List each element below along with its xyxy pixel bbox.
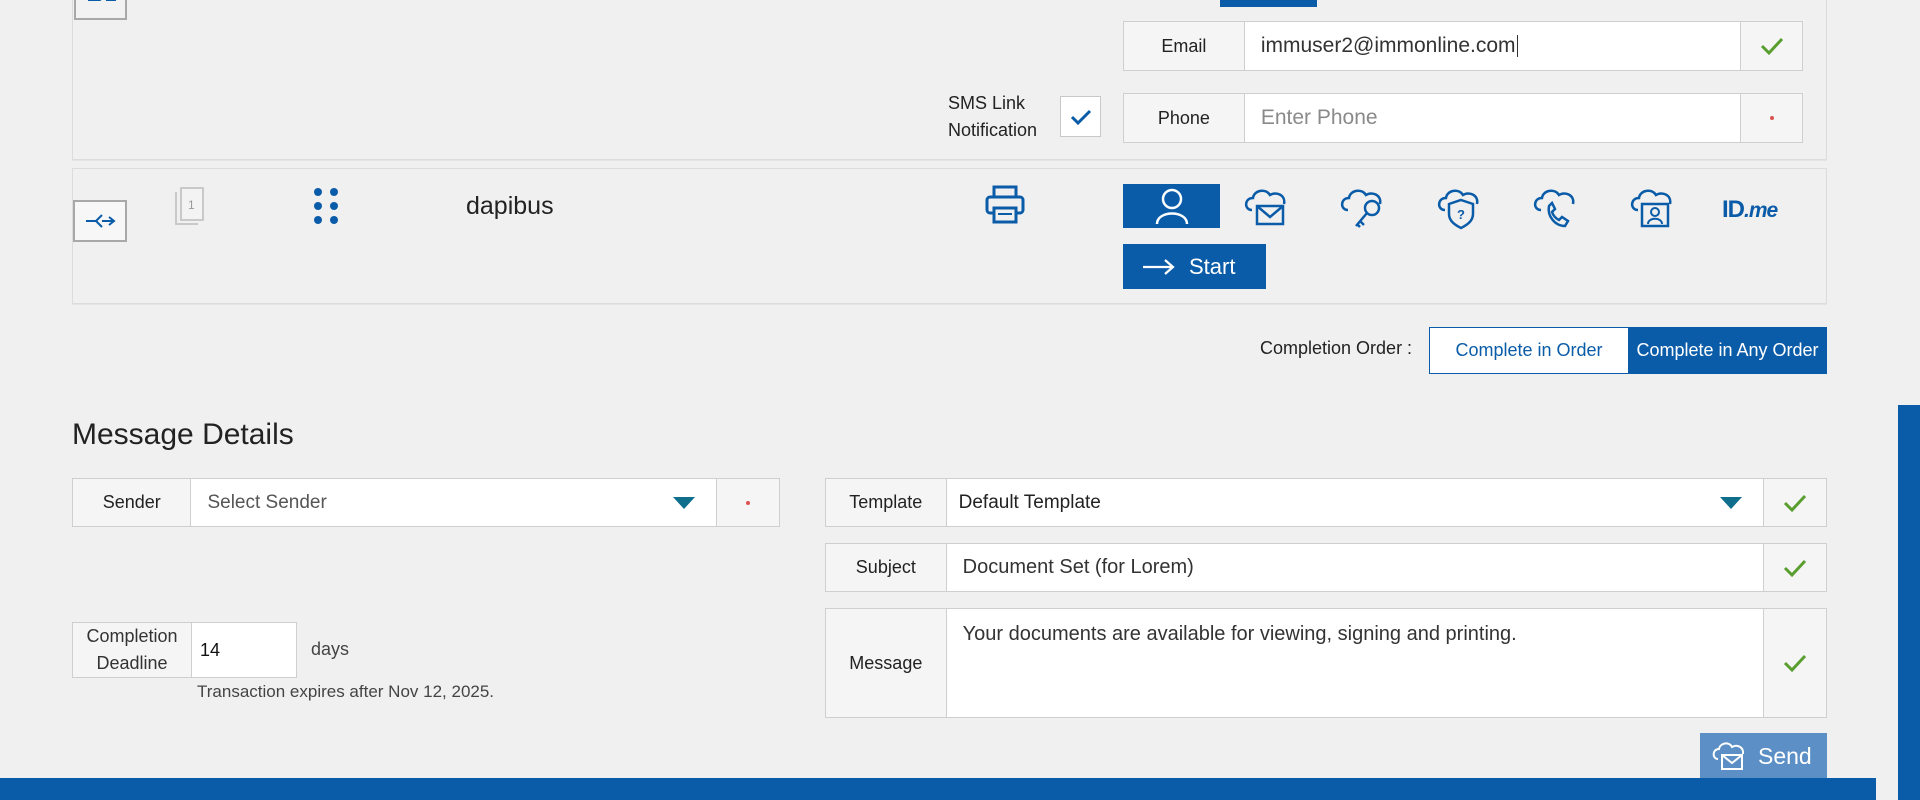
printer-icon (985, 185, 1025, 224)
cloud-shield-question-icon: ? (1437, 189, 1479, 230)
email-valid-check (1740, 22, 1802, 70)
auth-tab-person[interactable] (1123, 184, 1220, 228)
active-auth-tab-partial[interactable] (1220, 0, 1317, 7)
complete-in-any-order-option[interactable]: Complete in Any Order (1628, 327, 1827, 374)
chevron-down-icon (1720, 496, 1743, 509)
start-button-label: Start (1189, 253, 1236, 279)
message-field-group: Message Your documents are available for… (825, 608, 1827, 718)
message-details-heading: Message Details (72, 418, 294, 451)
auth-tab-key[interactable] (1340, 186, 1388, 230)
template-value: Default Template (958, 491, 1101, 513)
cloud-email-icon (1244, 189, 1286, 226)
phone-required-indicator (1740, 94, 1802, 142)
check-icon (1784, 559, 1807, 577)
route-arrow-icon (86, 214, 116, 228)
svg-text:?: ? (1457, 207, 1465, 222)
signing-order-badge: 1 (172, 186, 208, 228)
checkmark-icon (1070, 109, 1091, 125)
send-button-label: Send (1758, 742, 1812, 769)
subject-field-group: Subject Document Set (for Lorem) (825, 543, 1827, 592)
cloud-phone-icon (1533, 189, 1575, 228)
subject-label: Subject (855, 557, 916, 577)
phone-field-group: Phone Enter Phone (1123, 93, 1803, 143)
start-button[interactable]: Start (1123, 244, 1266, 289)
email-input[interactable]: immuser2@immonline.com (1243, 22, 1741, 70)
auth-tab-question[interactable]: ? (1437, 186, 1485, 230)
message-label: Message (849, 652, 923, 673)
idme-logo-suffix: .me (1744, 199, 1778, 222)
sms-notification-checkbox[interactable] (1060, 96, 1101, 137)
arrow-right-icon (1143, 258, 1175, 275)
signer-name: dapibus (466, 192, 554, 220)
completion-deadline-group: Completion Deadline 14 (72, 622, 297, 678)
cloud-key-icon (1340, 189, 1382, 228)
subject-valid-check (1763, 544, 1826, 591)
drag-dots-icon (314, 188, 338, 224)
send-button[interactable]: Send (1700, 733, 1827, 779)
completion-order-label: Completion Order : (1260, 338, 1413, 358)
template-select[interactable]: Default Template (945, 479, 1764, 526)
sms-notification-label: SMS Link Notification (948, 93, 1038, 140)
sender-select[interactable]: Select Sender (190, 479, 717, 526)
person-icon (1155, 188, 1188, 225)
auth-tab-idme[interactable]: ID.me (1722, 196, 1786, 226)
email-label: Email (1161, 35, 1207, 56)
template-label: Template (849, 492, 923, 512)
sender-label: Sender (102, 492, 161, 512)
route-button-2[interactable] (73, 200, 127, 242)
subject-input[interactable]: Document Set (for Lorem) (945, 544, 1764, 591)
phone-input[interactable]: Enter Phone (1243, 94, 1741, 142)
phone-label: Phone (1157, 107, 1210, 128)
idme-logo-text: ID (1722, 196, 1745, 223)
signing-order-number: 1 (188, 198, 195, 212)
sender-required-indicator (716, 479, 779, 526)
scrollbar-thumb[interactable] (1898, 405, 1920, 800)
template-valid-check (1763, 479, 1826, 526)
email-value: immuser2@immonline.com (1260, 34, 1516, 57)
auth-tab-id-card[interactable] (1630, 186, 1678, 230)
completion-deadline-unit: days (311, 639, 350, 659)
route-button-1[interactable] (74, 0, 127, 20)
footer-bar (0, 778, 1876, 800)
completion-deadline-label: Completion Deadline (86, 626, 178, 673)
drag-handle[interactable] (312, 186, 342, 228)
print-button[interactable] (984, 184, 1028, 226)
email-field-group: Email immuser2@immonline.com (1123, 21, 1803, 71)
message-textarea[interactable]: Your documents are available for viewing… (945, 609, 1764, 717)
complete-in-order-option[interactable]: Complete in Order (1429, 327, 1629, 374)
transaction-expiry-note: Transaction expires after Nov 12, 2025. (197, 682, 495, 701)
check-icon (1784, 494, 1807, 512)
template-field-group: Template Default Template (825, 478, 1827, 527)
auth-tab-phone[interactable] (1533, 186, 1581, 230)
check-icon (1784, 654, 1807, 673)
sender-placeholder: Select Sender (207, 491, 327, 513)
check-icon (1760, 37, 1783, 56)
sender-field-group: Sender Select Sender (72, 478, 780, 527)
cloud-id-card-icon (1630, 189, 1672, 228)
completion-deadline-input[interactable]: 14 (191, 623, 296, 677)
auth-tab-email[interactable] (1244, 186, 1292, 230)
route-arrow-icon (88, 0, 116, 1)
cloud-mail-icon (1712, 742, 1745, 770)
chevron-down-icon (673, 496, 696, 509)
message-valid-check (1763, 609, 1826, 717)
